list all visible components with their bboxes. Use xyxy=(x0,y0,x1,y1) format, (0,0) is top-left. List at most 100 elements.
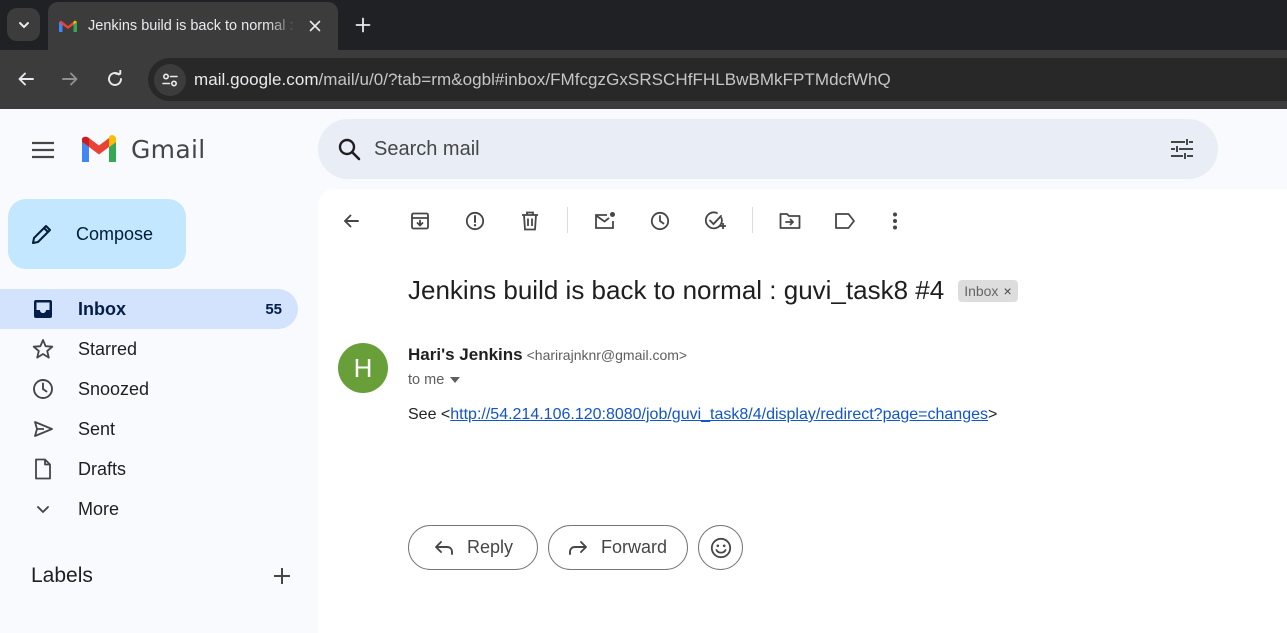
body-suffix: > xyxy=(988,406,998,423)
forward-label: Forward xyxy=(601,537,668,557)
tab-title: Jenkins build is back to normal : guvi_t… xyxy=(88,18,298,34)
add-to-tasks-icon xyxy=(704,211,726,230)
site-settings-icon xyxy=(162,72,178,87)
sidebar-item-starred[interactable]: Starred xyxy=(0,329,298,369)
tune-icon xyxy=(1171,139,1193,159)
recipients-text: to me xyxy=(408,372,445,388)
toolbar-divider xyxy=(567,207,568,233)
sidebar-item-snoozed[interactable]: Snoozed xyxy=(0,369,298,409)
sidebar-item-label: Sent xyxy=(78,418,116,439)
snooze-icon xyxy=(650,211,670,231)
inbox-label-chip[interactable]: Inbox × xyxy=(958,279,1018,302)
sidebar-item-label: More xyxy=(78,498,120,519)
mark-unread-icon xyxy=(595,212,615,229)
reply-button[interactable]: Reply xyxy=(408,525,538,570)
move-to-button[interactable] xyxy=(770,201,810,241)
gmail-app: Gmail Compose Inbox 55 xyxy=(0,109,1287,633)
sidebar-item-sent[interactable]: Sent xyxy=(0,409,298,449)
draft-icon xyxy=(32,458,54,480)
inbox-unread-count: 55 xyxy=(265,300,282,318)
browser-back-button[interactable] xyxy=(13,66,39,92)
snooze-button[interactable] xyxy=(640,201,680,241)
search-icon xyxy=(338,138,361,161)
sender-avatar[interactable]: H xyxy=(338,343,388,393)
back-arrow-icon xyxy=(18,72,34,86)
main-menu-button[interactable] xyxy=(23,130,63,170)
remove-label-button[interactable]: × xyxy=(1003,283,1011,299)
close-icon xyxy=(309,20,321,32)
url-host: mail.google.com xyxy=(194,69,319,89)
message-toolbar xyxy=(318,189,1287,251)
mark-unread-button[interactable] xyxy=(585,201,625,241)
body-prefix: See < xyxy=(408,406,451,423)
sidebar-item-more[interactable]: More xyxy=(0,489,298,529)
tab-close-button[interactable] xyxy=(304,15,326,37)
labels-header: Labels xyxy=(31,564,291,588)
plus-icon xyxy=(274,568,290,584)
caret-down-icon[interactable] xyxy=(450,377,461,383)
browser-forward-button[interactable] xyxy=(57,66,83,92)
tab-list-button[interactable] xyxy=(7,8,40,41)
search-button[interactable] xyxy=(334,134,364,164)
address-bar[interactable]: mail.google.com/mail/u/0/?tab=rm&ogbl#in… xyxy=(148,58,1287,101)
reload-button[interactable] xyxy=(102,66,128,92)
create-label-button[interactable] xyxy=(273,567,291,585)
more-options-button[interactable] xyxy=(875,201,915,241)
star-icon xyxy=(32,338,54,360)
reload-icon xyxy=(108,70,122,86)
compose-label: Compose xyxy=(76,223,154,244)
gmail-logo[interactable]: Gmail xyxy=(79,134,205,164)
gmail-favicon-icon xyxy=(59,20,77,32)
add-to-tasks-button[interactable] xyxy=(695,201,735,241)
gmail-logo-text: Gmail xyxy=(131,134,206,164)
forward-icon xyxy=(567,537,589,559)
email-body: See <http://54.214.106.120:8080/job/guvi… xyxy=(408,406,997,424)
recipients-row[interactable]: to me xyxy=(408,372,461,388)
sidebar-nav: Inbox 55 Starred Snoozed Sent Drafts Mor… xyxy=(0,289,298,529)
search-options-button[interactable] xyxy=(1162,129,1202,169)
toolbar-divider xyxy=(752,207,753,233)
smiley-icon xyxy=(710,537,731,558)
sender-email: <harirajnknr@gmail.com> xyxy=(526,347,688,363)
search-bar[interactable] xyxy=(318,119,1218,179)
labels-title: Labels xyxy=(31,564,93,587)
reply-actions: Reply Forward xyxy=(408,525,743,570)
sidebar-item-label: Starred xyxy=(78,338,138,359)
sidebar-item-inbox[interactable]: Inbox 55 xyxy=(0,289,298,329)
browser-tabstrip: Jenkins build is back to normal : guvi_t… xyxy=(0,0,1287,50)
search-input[interactable] xyxy=(374,137,1162,161)
clock-icon xyxy=(32,378,54,400)
compose-button[interactable]: Compose xyxy=(8,199,186,269)
browser-toolbar: mail.google.com/mail/u/0/?tab=rm&ogbl#in… xyxy=(0,50,1287,109)
forward-arrow-icon xyxy=(62,72,78,86)
label-icon xyxy=(835,213,855,229)
report-spam-icon xyxy=(465,211,485,231)
gmail-logo-icon xyxy=(82,135,116,162)
move-to-icon xyxy=(779,213,801,229)
site-info-button[interactable] xyxy=(154,63,186,96)
forward-button[interactable]: Forward xyxy=(548,525,688,570)
sidebar-item-label: Drafts xyxy=(78,458,127,479)
label-chip-text: Inbox xyxy=(964,282,999,299)
labels-button[interactable] xyxy=(825,201,865,241)
subject-row: Jenkins build is back to normal : guvi_t… xyxy=(408,275,1018,306)
message-pane: Jenkins build is back to normal : guvi_t… xyxy=(318,189,1287,633)
url-path: /mail/u/0/?tab=rm&ogbl#inbox/FMfcgzGxSRS… xyxy=(318,69,891,89)
chevron-down-icon xyxy=(18,21,29,28)
delete-button[interactable] xyxy=(510,201,550,241)
reply-label: Reply xyxy=(467,537,514,557)
pencil-icon xyxy=(32,225,51,244)
emoji-reaction-button[interactable] xyxy=(698,525,743,570)
sender-name[interactable]: Hari's Jenkins xyxy=(408,345,523,365)
archive-button[interactable] xyxy=(400,201,440,241)
email-subject: Jenkins build is back to normal : guvi_t… xyxy=(408,275,945,305)
report-spam-button[interactable] xyxy=(455,201,495,241)
archive-icon xyxy=(411,212,429,230)
hamburger-menu-icon xyxy=(32,141,54,159)
browser-tab[interactable]: Jenkins build is back to normal : guvi_t… xyxy=(48,2,338,50)
back-to-inbox-button[interactable] xyxy=(331,201,371,241)
new-tab-button[interactable] xyxy=(351,13,375,37)
sender-row: Hari's Jenkins <harirajnknr@gmail.com> xyxy=(408,345,687,365)
sidebar-item-drafts[interactable]: Drafts xyxy=(0,449,298,489)
body-link[interactable]: http://54.214.106.120:8080/job/guvi_task… xyxy=(450,406,988,423)
